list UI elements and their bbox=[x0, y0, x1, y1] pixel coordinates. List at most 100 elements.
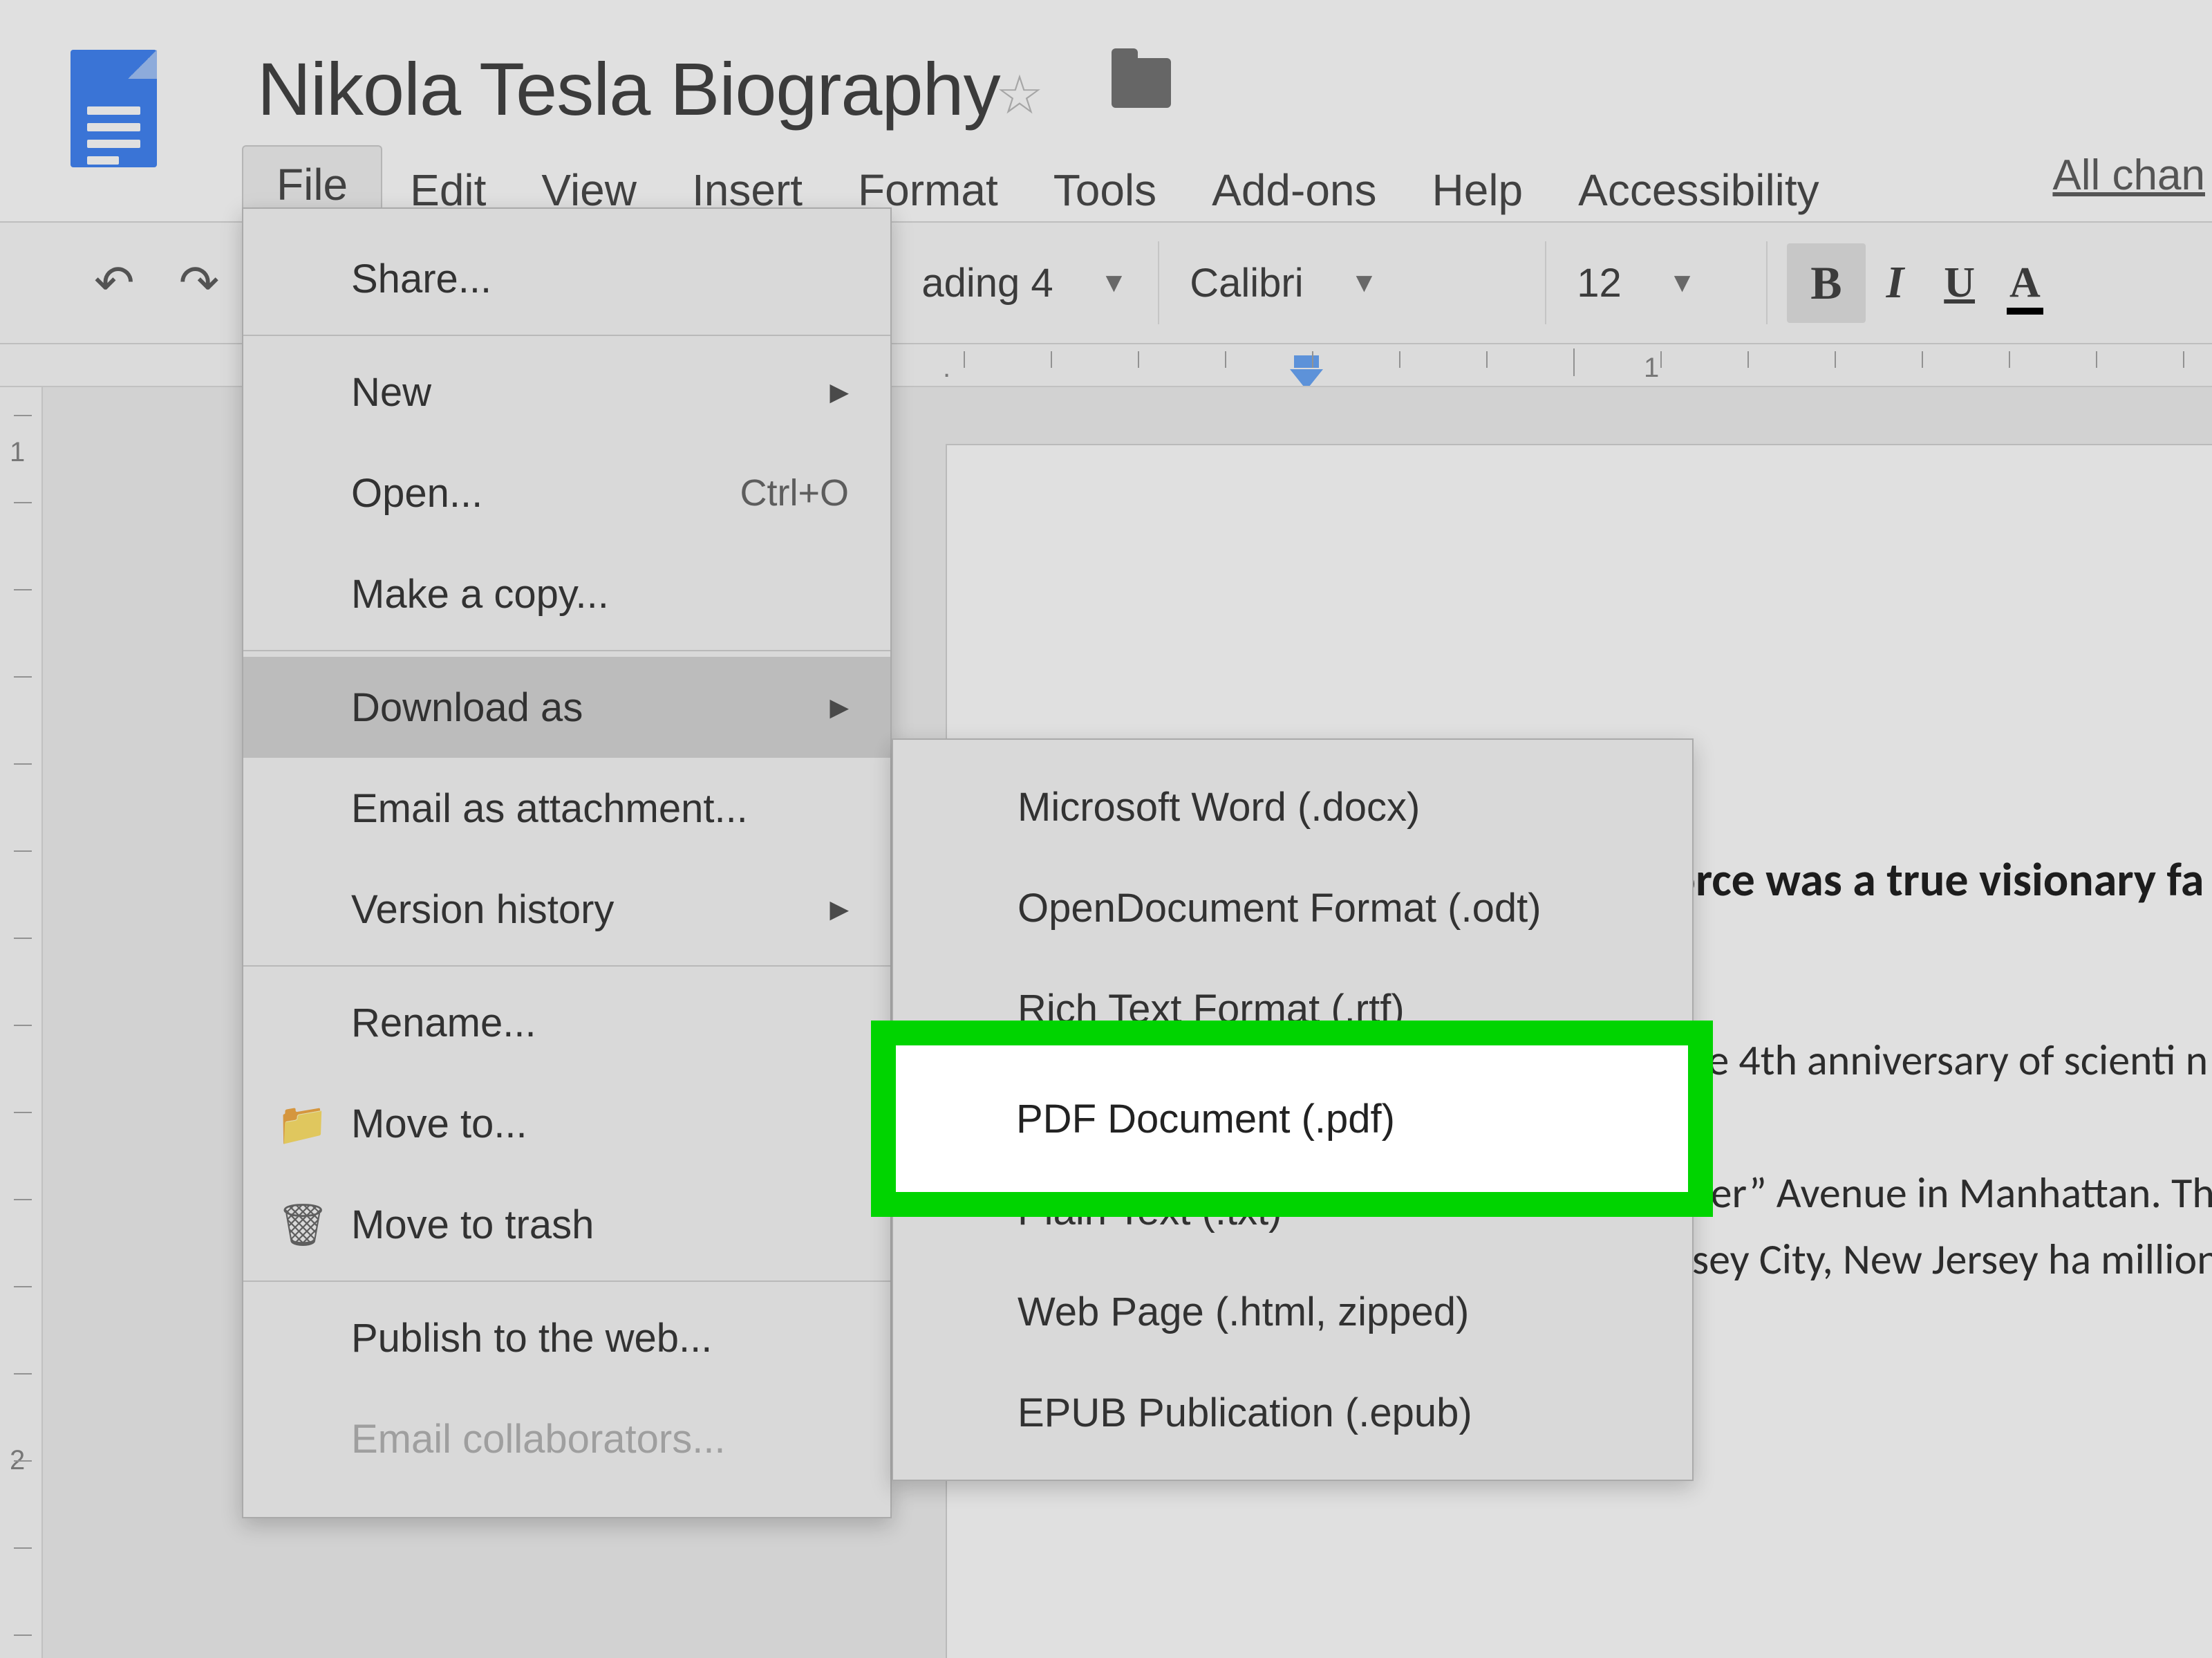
text-color-button[interactable]: A bbox=[1994, 246, 2056, 320]
file-menu-open-shortcut: Ctrl+O bbox=[740, 472, 849, 514]
vruler-tick bbox=[14, 502, 32, 503]
vruler-tick bbox=[14, 1025, 32, 1026]
file-menu-rename[interactable]: Rename... bbox=[243, 972, 890, 1073]
header: Nikola Tesla Biography ☆ File Edit View … bbox=[0, 0, 2212, 221]
ruler-tick bbox=[1486, 351, 1488, 368]
chevron-down-icon: ▼ bbox=[1669, 268, 1696, 299]
star-icon[interactable]: ☆ bbox=[995, 64, 1044, 127]
vruler-tick bbox=[14, 1634, 32, 1636]
ruler-num: 1 bbox=[1644, 353, 1659, 384]
italic-button[interactable]: I bbox=[1866, 244, 1925, 322]
bold-button[interactable]: B bbox=[1787, 243, 1865, 323]
vruler-tick bbox=[14, 1112, 32, 1113]
ruler-tick bbox=[1312, 351, 1313, 368]
ruler-tick bbox=[2009, 351, 2010, 368]
vruler-tick bbox=[14, 763, 32, 765]
ruler-tick bbox=[1660, 351, 1662, 368]
file-menu-move-to-trash-label: Move to trash bbox=[351, 1202, 594, 1248]
menu-addons[interactable]: Add-ons bbox=[1184, 156, 1404, 224]
file-menu-move-to-label: Move to... bbox=[351, 1101, 527, 1147]
file-menu-email-attachment[interactable]: Email as attachment... bbox=[243, 758, 890, 859]
submenu-html[interactable]: Web Page (.html, zipped) bbox=[893, 1261, 1692, 1362]
file-menu-new-label: New bbox=[351, 369, 431, 416]
file-menu-publish[interactable]: Publish to the web... bbox=[243, 1287, 890, 1388]
font-size-select[interactable]: 12 ▼ bbox=[1545, 241, 1766, 324]
font-family-label: Calibri bbox=[1190, 260, 1303, 306]
file-menu-download-as[interactable]: Download as ▶ bbox=[243, 657, 890, 758]
vruler-tick bbox=[14, 1199, 32, 1200]
ruler-tick bbox=[1747, 351, 1749, 368]
ruler-tick bbox=[1051, 351, 1052, 368]
menu-accessibility[interactable]: Accessibility bbox=[1550, 156, 1847, 224]
vruler-tick bbox=[14, 850, 32, 852]
file-menu-email-collab-label: Email collaborators... bbox=[351, 1416, 726, 1462]
file-menu-make-copy-label: Make a copy... bbox=[351, 571, 609, 617]
trash-icon: 🗑 bbox=[276, 1200, 329, 1249]
menu-separator bbox=[243, 1280, 890, 1282]
file-menu-share[interactable]: Share... bbox=[243, 228, 890, 329]
font-size-label: 12 bbox=[1577, 260, 1622, 306]
chevron-right-icon: ▶ bbox=[830, 378, 849, 407]
ruler-tick bbox=[2096, 351, 2097, 368]
ruler-num: . bbox=[943, 353, 950, 384]
file-menu-move-to-trash[interactable]: 🗑 Move to trash bbox=[243, 1174, 890, 1275]
paragraph-style-select[interactable]: ading 4 ▼ bbox=[891, 241, 1158, 324]
paragraph-style-label: ading 4 bbox=[921, 260, 1053, 306]
redo-icon[interactable]: ↷ bbox=[157, 241, 242, 325]
highlighted-pdf-label: PDF Document (.pdf) bbox=[1016, 1096, 1395, 1142]
file-menu-share-label: Share... bbox=[351, 256, 491, 302]
chevron-right-icon: ▶ bbox=[830, 693, 849, 722]
ruler-tick bbox=[1225, 351, 1226, 368]
folder-icon: 📁 bbox=[276, 1099, 328, 1148]
file-menu-email-attachment-label: Email as attachment... bbox=[351, 785, 748, 832]
folder-icon[interactable] bbox=[1112, 58, 1171, 108]
file-menu-version-history[interactable]: Version history ▶ bbox=[243, 859, 890, 960]
file-menu-version-history-label: Version history bbox=[351, 886, 614, 933]
vruler-tick bbox=[14, 938, 32, 939]
underline-button[interactable]: U bbox=[1924, 246, 1994, 320]
ruler-tick bbox=[1399, 351, 1400, 368]
vruler-tick bbox=[14, 589, 32, 590]
file-menu-new[interactable]: New ▶ bbox=[243, 342, 890, 443]
vruler-tick bbox=[14, 1460, 32, 1462]
menu-separator bbox=[243, 650, 890, 651]
submenu-docx[interactable]: Microsoft Word (.docx) bbox=[893, 756, 1692, 857]
vruler-tick bbox=[14, 1547, 32, 1549]
undo-icon[interactable]: ↶ bbox=[72, 241, 157, 325]
app-root: Nikola Tesla Biography ☆ File Edit View … bbox=[0, 0, 2212, 1658]
file-menu-rename-label: Rename... bbox=[351, 1000, 536, 1046]
chevron-down-icon: ▼ bbox=[1100, 268, 1128, 299]
file-menu-make-copy[interactable]: Make a copy... bbox=[243, 543, 890, 644]
submenu-epub[interactable]: EPUB Publication (.epub) bbox=[893, 1362, 1692, 1463]
vruler-tick bbox=[14, 1286, 32, 1287]
file-menu-email-collaborators: Email collaborators... bbox=[243, 1388, 890, 1489]
menu-separator bbox=[243, 335, 890, 336]
docs-logo[interactable] bbox=[71, 50, 157, 167]
menu-separator bbox=[243, 965, 890, 967]
font-family-select[interactable]: Calibri ▼ bbox=[1158, 241, 1545, 324]
file-menu-dropdown: Share... New ▶ Open... Ctrl+O Make a cop… bbox=[242, 207, 892, 1518]
vruler-tick bbox=[14, 1373, 32, 1375]
vruler-tick bbox=[14, 676, 32, 678]
file-menu-download-as-label: Download as bbox=[351, 684, 583, 731]
menu-tools[interactable]: Tools bbox=[1026, 156, 1184, 224]
vruler-num: 1 bbox=[10, 437, 25, 468]
submenu-odt[interactable]: OpenDocument Format (.odt) bbox=[893, 857, 1692, 958]
ruler-tick bbox=[1138, 351, 1139, 368]
indent-marker-icon[interactable] bbox=[1290, 369, 1323, 387]
changes-saved-link[interactable]: All chan bbox=[2052, 151, 2212, 200]
ruler-tick bbox=[1835, 351, 1836, 368]
vruler-tick bbox=[14, 415, 32, 416]
ruler-tick bbox=[1573, 348, 1575, 376]
menu-help[interactable]: Help bbox=[1405, 156, 1551, 224]
file-menu-publish-label: Publish to the web... bbox=[351, 1315, 712, 1361]
ruler-tick bbox=[964, 351, 965, 368]
vertical-ruler: 1 2 bbox=[0, 387, 43, 1658]
file-menu-open[interactable]: Open... Ctrl+O bbox=[243, 443, 890, 543]
document-title[interactable]: Nikola Tesla Biography bbox=[257, 46, 1000, 132]
highlighted-pdf-option[interactable]: PDF Document (.pdf) bbox=[871, 1021, 1713, 1217]
file-menu-open-label: Open... bbox=[351, 470, 482, 516]
ruler-tick bbox=[1922, 351, 1923, 368]
chevron-right-icon: ▶ bbox=[830, 895, 849, 924]
file-menu-move-to[interactable]: 📁 Move to... bbox=[243, 1073, 890, 1174]
